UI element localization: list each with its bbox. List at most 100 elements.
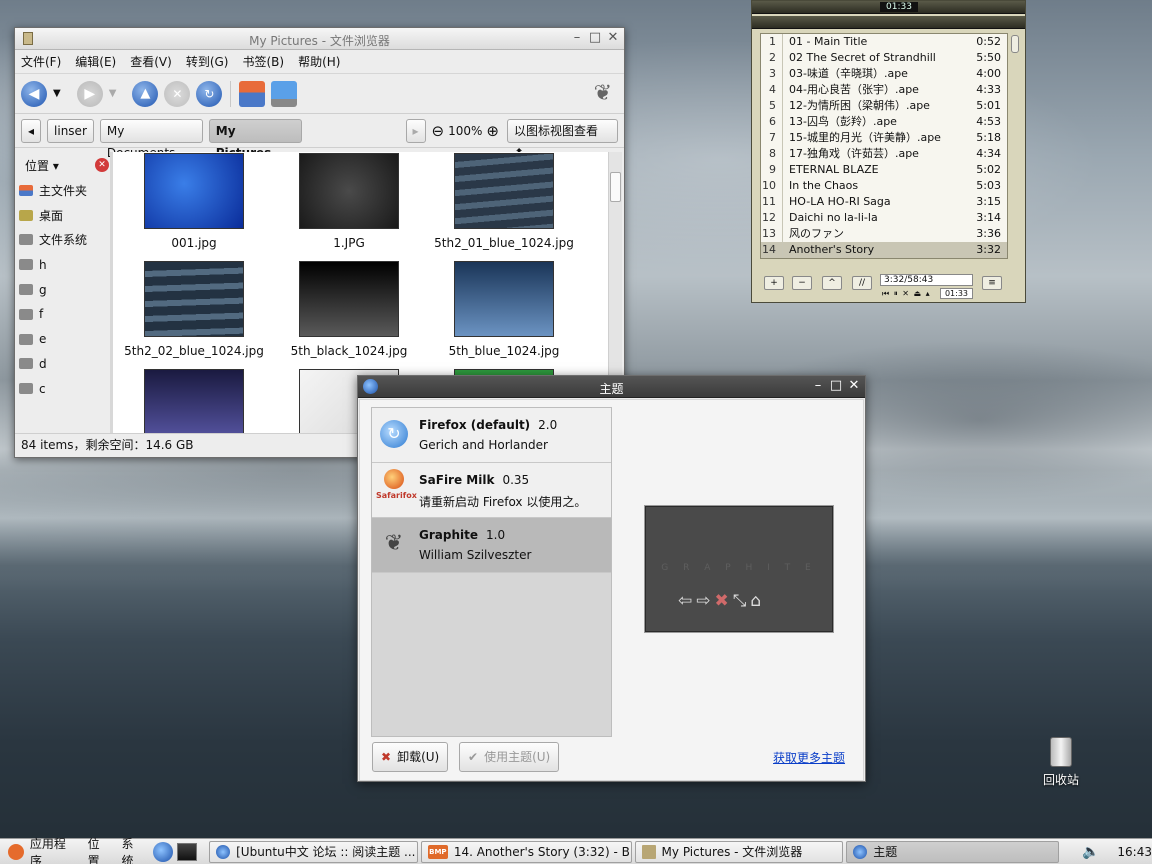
- file-thumbnail-001[interactable]: [144, 153, 244, 229]
- path-my-pictures[interactable]: My Pictures: [208, 118, 302, 160]
- playlist-row[interactable]: 7 15-城里的月光（许美静）.ape 5:18: [761, 130, 1007, 146]
- ubuntu-logo-icon[interactable]: [8, 843, 24, 860]
- file-label[interactable]: 5th_black_1024.jpg: [274, 344, 424, 358]
- file-thumbnail-5th-black[interactable]: [299, 261, 399, 337]
- file-label[interactable]: 001.jpg: [119, 236, 269, 250]
- scrollbar-thumb[interactable]: [1011, 35, 1019, 53]
- home-icon[interactable]: [239, 80, 266, 107]
- theme-dialog-titlebar[interactable]: 主题 – □ ✕: [358, 376, 865, 398]
- menu-help[interactable]: 帮助(H): [298, 53, 340, 70]
- menu-go[interactable]: 转到(G): [186, 53, 229, 70]
- task-ubuntu-forum[interactable]: [Ubuntu中文 论坛 :: 阅读主题 ...: [209, 840, 418, 863]
- playlist-row[interactable]: 11 HO-LA HO-RI Saga 3:15: [761, 194, 1007, 210]
- file-thumbnail-5th2-01[interactable]: [454, 153, 554, 229]
- menu-file[interactable]: 文件(F): [21, 53, 61, 70]
- path-left-arrow[interactable]: ◂: [21, 118, 42, 143]
- task-file-browser[interactable]: My Pictures - 文件浏览器: [634, 840, 844, 863]
- theme-item-graphite[interactable]: ❦ Graphite 1.0 William Szilveszter: [372, 518, 611, 573]
- file-label[interactable]: 5th_blue_1024.jpg: [429, 344, 579, 358]
- playlist-row[interactable]: 2 02 The Secret of Strandhill 5:50: [761, 50, 1007, 66]
- sidebar-item-e[interactable]: e: [19, 327, 109, 352]
- playlist-misc-button[interactable]: //: [852, 276, 872, 290]
- sidebar-places-select[interactable]: 位置 ▾: [19, 157, 59, 174]
- playlist-select-button[interactable]: ^: [822, 276, 842, 290]
- playlist-row[interactable]: 13 风のファン 3:36: [761, 226, 1007, 242]
- forward-icon[interactable]: ▶: [76, 80, 103, 107]
- file-thumbnail-5th2-02[interactable]: [144, 261, 244, 337]
- reload-icon[interactable]: ↻: [196, 80, 223, 107]
- menu-places[interactable]: 位置: [88, 835, 112, 864]
- stop-icon[interactable]: ✕: [164, 80, 191, 107]
- back-icon[interactable]: ◀: [21, 80, 47, 107]
- playlist-row[interactable]: 12 Daichi no la-li-la 3:14: [761, 210, 1007, 226]
- track-duration: 4:53: [976, 115, 1001, 128]
- zoom-in-icon[interactable]: ⊕: [486, 122, 499, 140]
- sidebar-item-home[interactable]: 主文件夹: [19, 178, 109, 203]
- zoom-out-icon[interactable]: ⊖: [432, 122, 445, 140]
- view-mode-select[interactable]: 以图标视图查看 ⬍: [507, 118, 618, 160]
- playlist-row[interactable]: 1 01 - Main Title 0:52: [761, 34, 1007, 50]
- close-icon[interactable]: ✕: [847, 379, 861, 393]
- task-bmp-player[interactable]: BMP 14. Another's Story (3:32) - BMP: [420, 840, 632, 863]
- sidebar-item-f[interactable]: f: [19, 302, 109, 327]
- playlist-row[interactable]: 10 In the Chaos 5:03: [761, 178, 1007, 194]
- playlist-row[interactable]: 3 03-味道（辛晓琪）.ape 4:00: [761, 66, 1007, 82]
- sidebar-item-d[interactable]: d: [19, 352, 109, 377]
- sidebar-close-icon[interactable]: ✕: [95, 158, 109, 172]
- file-thumbnail-5th-blue[interactable]: [454, 261, 554, 337]
- menu-system[interactable]: 系统: [121, 835, 145, 864]
- bmp-main-bar[interactable]: 01:33: [752, 1, 1025, 14]
- back-dropdown-icon[interactable]: ▼: [53, 88, 61, 99]
- sidebar-item-desktop[interactable]: 桌面: [19, 203, 109, 228]
- file-thumbnail[interactable]: [144, 369, 244, 434]
- playlist-row[interactable]: 14 Another's Story 3:32: [761, 242, 1007, 258]
- uninstall-button[interactable]: ✖ 卸载(U): [372, 742, 449, 772]
- get-more-themes-link[interactable]: 获取更多主题: [773, 749, 845, 766]
- file-label[interactable]: 1.JPG: [274, 236, 424, 250]
- playlist-row[interactable]: 9 ETERNAL BLAZE 5:02: [761, 162, 1007, 178]
- trash-desktop-icon[interactable]: 回收站: [1034, 737, 1088, 788]
- maximize-icon[interactable]: □: [588, 31, 602, 45]
- playlist-add-button[interactable]: +: [764, 276, 784, 290]
- computer-icon[interactable]: [271, 80, 298, 107]
- path-my-documents[interactable]: My Documents: [99, 118, 203, 160]
- menu-applications[interactable]: 应用程序: [30, 835, 78, 864]
- file-label[interactable]: 5th2_01_blue_1024.jpg: [429, 236, 579, 250]
- playlist-list-button[interactable]: ≡: [982, 276, 1002, 290]
- forward-dropdown-icon[interactable]: ▼: [109, 88, 117, 99]
- minimize-icon[interactable]: –: [570, 31, 584, 45]
- playlist-row[interactable]: 6 13-囚鸟（彭羚）.ape 4:53: [761, 114, 1007, 130]
- sidebar-item-g[interactable]: g: [19, 277, 109, 302]
- bmp-mini-controls[interactable]: ⏮ ⏸ ✕ ⏏ ▴: [882, 289, 931, 299]
- sidebar-item-h[interactable]: h: [19, 252, 109, 277]
- bmp-playlist-bar[interactable]: [752, 16, 1025, 29]
- close-icon[interactable]: ✕: [606, 31, 620, 45]
- file-browser-titlebar[interactable]: My Pictures - 文件浏览器 – □ ✕: [15, 28, 624, 50]
- use-theme-button[interactable]: ✔ 使用主题(U): [459, 742, 560, 772]
- minimize-icon[interactable]: –: [811, 379, 825, 393]
- up-icon[interactable]: ▲: [132, 80, 159, 107]
- file-label[interactable]: 5th2_02_blue_1024.jpg: [119, 344, 269, 358]
- firefox-launcher-icon[interactable]: [153, 841, 174, 862]
- sidebar-item-c[interactable]: c: [19, 376, 109, 401]
- sidebar-item-filesystem[interactable]: 文件系统: [19, 228, 109, 253]
- playlist-scrollbar[interactable]: [1010, 33, 1020, 281]
- path-right-arrow[interactable]: ▸: [405, 118, 426, 143]
- terminal-launcher-icon[interactable]: [177, 842, 198, 861]
- task-theme-dialog[interactable]: 主题: [846, 840, 1059, 863]
- menu-bookmarks[interactable]: 书签(B): [242, 53, 284, 70]
- volume-icon[interactable]: 🔈: [1082, 844, 1099, 860]
- path-linser[interactable]: linser: [47, 118, 94, 143]
- theme-item-firefox[interactable]: ↻ Firefox (default) 2.0 Gerich and Horlan…: [372, 408, 611, 463]
- maximize-icon[interactable]: □: [829, 379, 843, 393]
- theme-item-safire-milk[interactable]: Safarifox SaFire Milk 0.35 请重新启动 Firefox …: [372, 463, 611, 518]
- scrollbar-thumb[interactable]: [610, 172, 621, 202]
- playlist-remove-button[interactable]: −: [792, 276, 812, 290]
- playlist-row[interactable]: 8 17-独角戏（许茹芸）.ape 4:34: [761, 146, 1007, 162]
- playlist-row[interactable]: 5 12-为情所困（梁朝伟）.ape 5:01: [761, 98, 1007, 114]
- menu-view[interactable]: 查看(V): [130, 53, 172, 70]
- file-thumbnail-1[interactable]: [299, 153, 399, 229]
- menu-edit[interactable]: 编辑(E): [75, 53, 116, 70]
- playlist-row[interactable]: 4 04-用心良苦（张宇）.ape 4:33: [761, 82, 1007, 98]
- clock[interactable]: 16:43: [1117, 845, 1152, 859]
